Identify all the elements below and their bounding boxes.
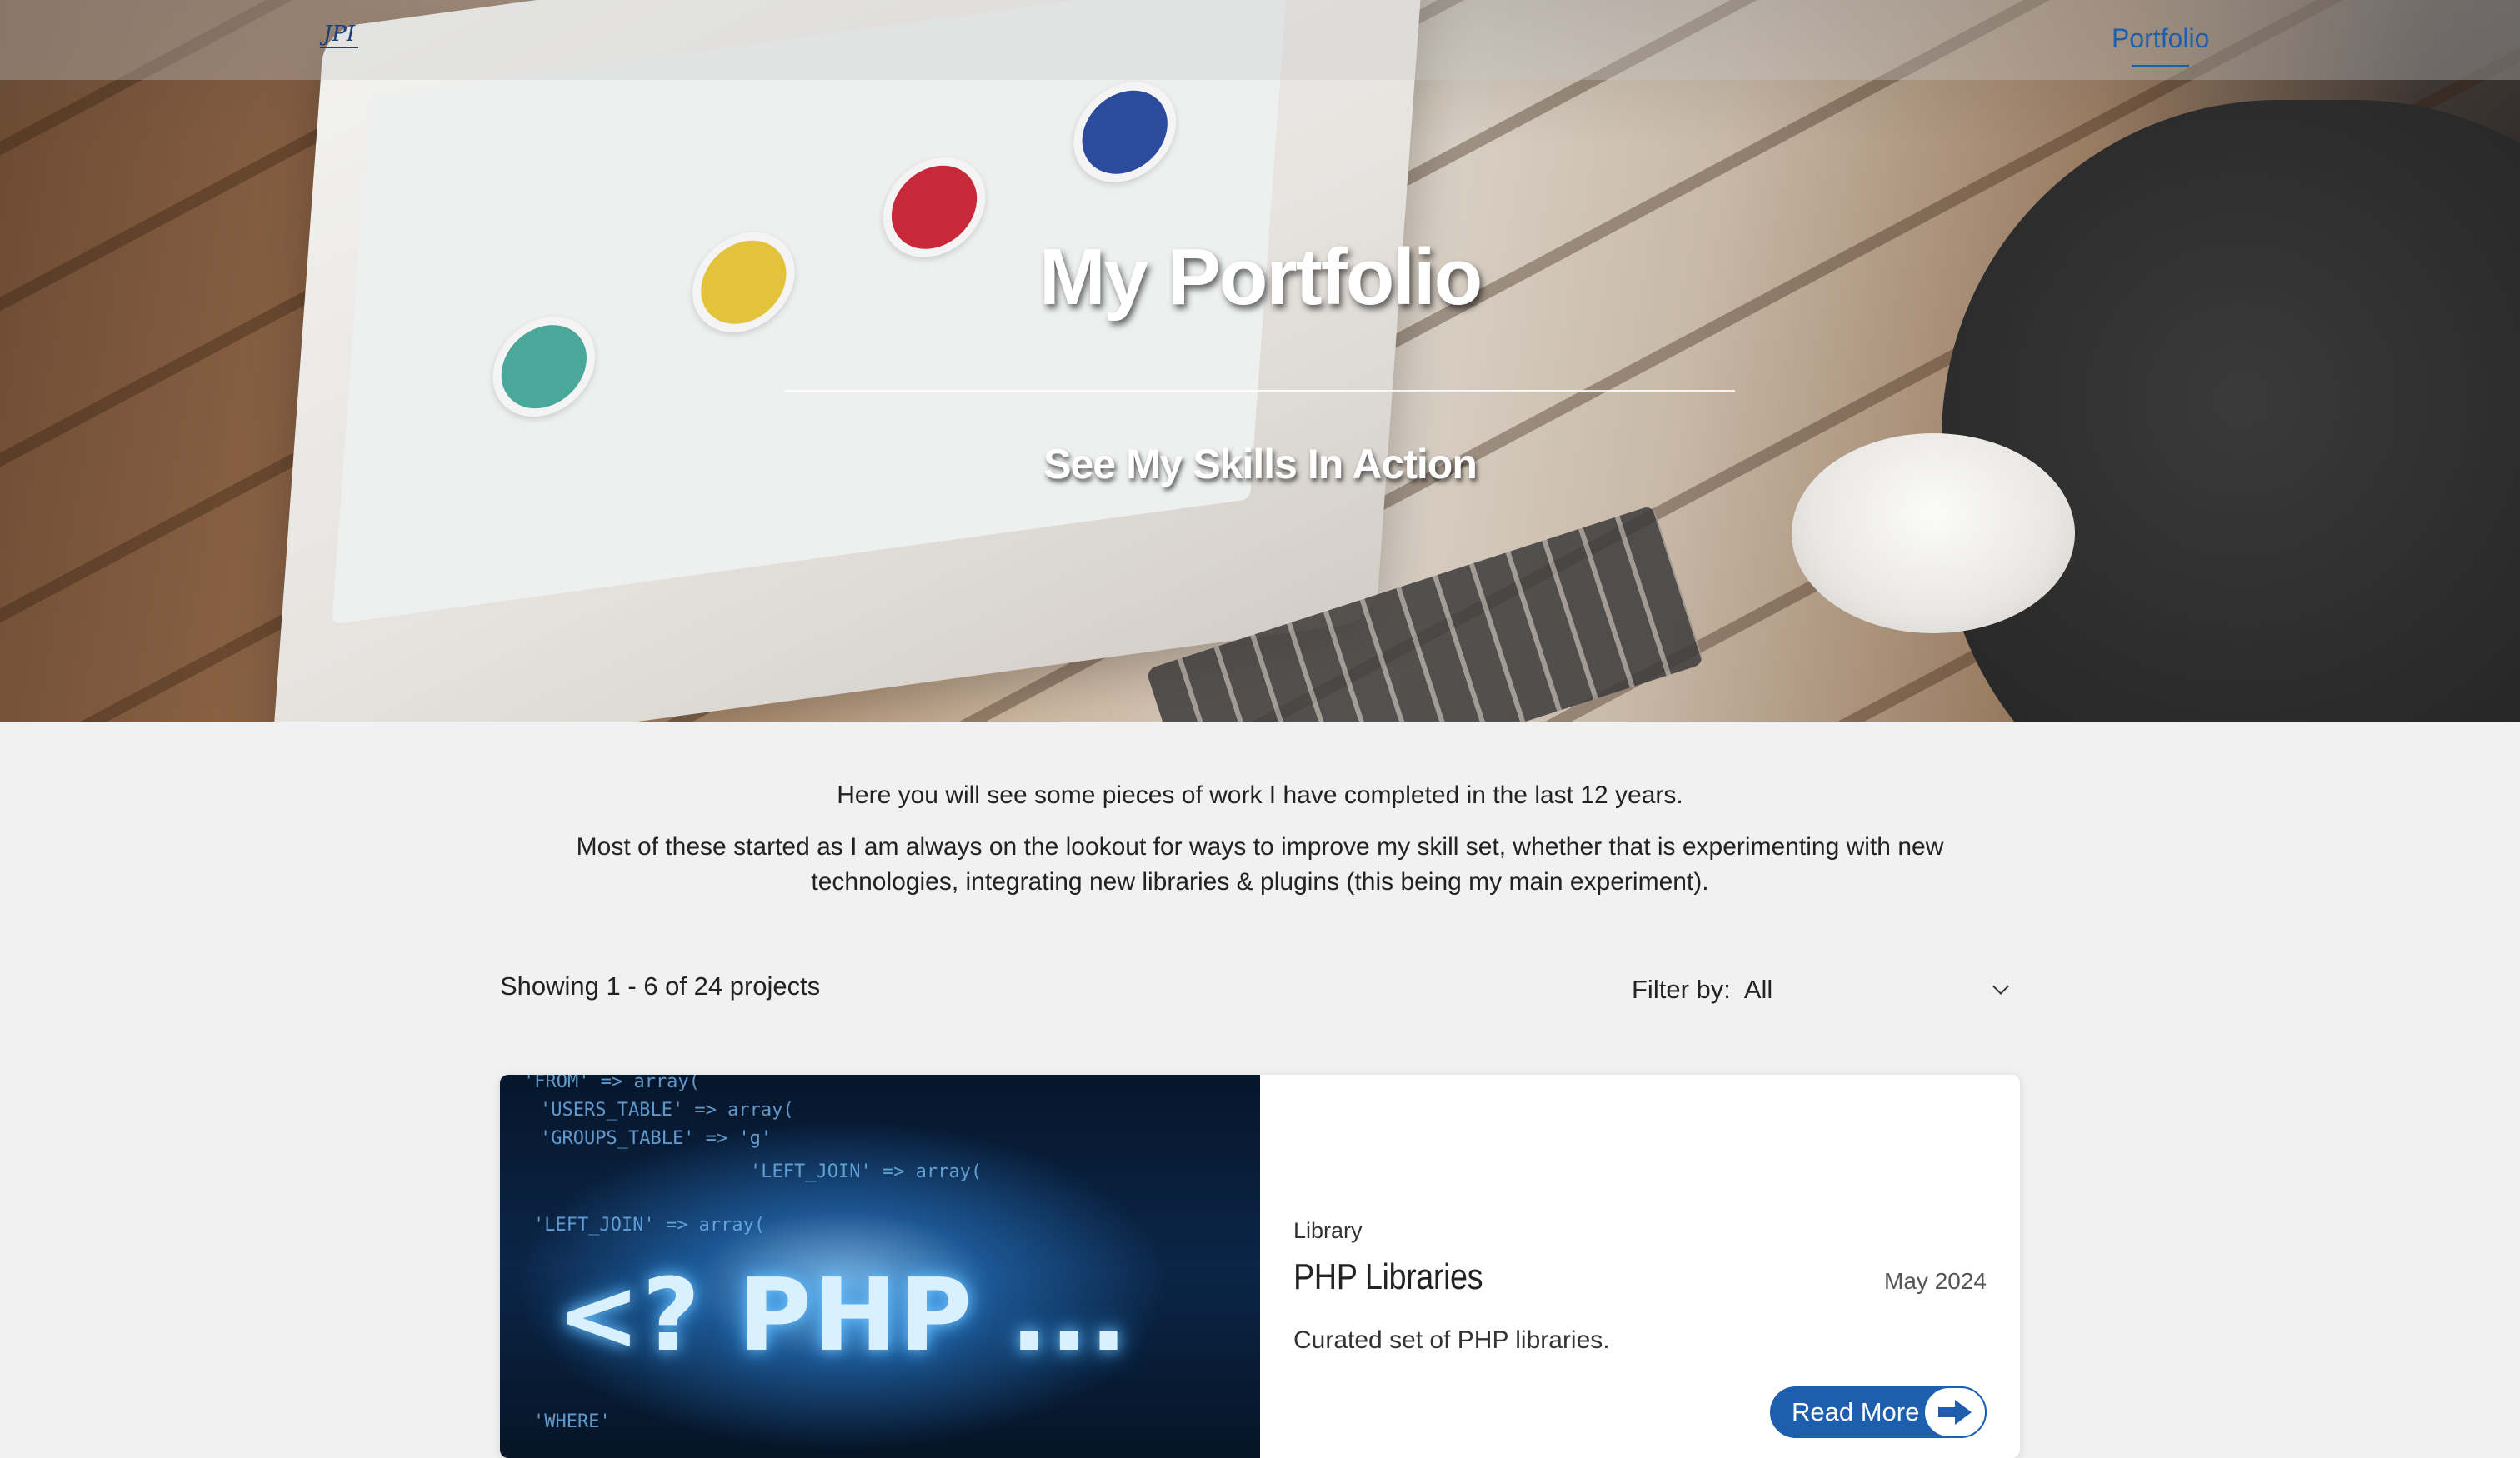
read-more-label: Read More [1792, 1397, 1920, 1426]
intro-paragraph-1: Here you will see some pieces of work I … [837, 781, 1683, 809]
page-subtitle: See My Skills In Action [1043, 441, 1478, 487]
intro-text: Here you will see some pieces of work I … [500, 778, 2020, 900]
code-line: 'FROM' => array( [523, 1075, 700, 1092]
chevron-down-icon[interactable] [1992, 978, 2009, 995]
project-category: Library [1293, 1218, 1362, 1243]
project-card-body: Library PHP Libraries May 2024 Curated s… [1293, 1075, 1987, 1458]
arrow-right-icon[interactable] [1923, 1386, 1987, 1438]
code-line: 'GROUPS_TABLE' => 'g' [540, 1128, 772, 1149]
filter-select[interactable]: All [1744, 975, 1995, 1005]
filter-label: Filter by: [1632, 975, 1731, 1004]
screen-circle-social-icon [1070, 75, 1180, 189]
project-card: 'FROM' => array( 'USERS_TABLE' => array(… [500, 1075, 2020, 1458]
screen-circle-web-icon [489, 310, 599, 423]
read-more-button[interactable]: Read More [1770, 1386, 1987, 1438]
page-title: My Portfolio [1038, 232, 1483, 322]
php-logo-text: <? PHP ... [557, 1258, 1129, 1374]
results-count: Showing 1 - 6 of 24 projects [500, 971, 821, 1001]
filter-control[interactable]: Filter by: All [1632, 970, 2018, 1010]
project-date: May 2024 [1884, 1268, 1987, 1294]
project-description: Curated set of PHP libraries. [1293, 1326, 1610, 1354]
code-line: 'WHERE' [533, 1411, 611, 1432]
site-logo[interactable]: JPI [320, 22, 359, 48]
code-line: 'USERS_TABLE' => array( [540, 1100, 794, 1121]
intro-paragraph-2: Most of these started as I am always on … [576, 833, 1944, 896]
nav-link-portfolio[interactable]: Portfolio [2112, 23, 2209, 67]
code-line: 'LEFT_JOIN' => array( [533, 1215, 766, 1236]
hero-background-laptop [271, 0, 1429, 722]
hero-banner: JPI Portfolio My Portfolio See My Skills… [0, 0, 2520, 722]
code-line: 'LEFT_JOIN' => array( [750, 1161, 982, 1182]
top-navbar: JPI Portfolio [0, 0, 2520, 80]
hero-divider [785, 390, 1735, 392]
project-image[interactable]: 'FROM' => array( 'USERS_TABLE' => array(… [500, 1075, 1260, 1458]
project-title[interactable]: PHP Libraries [1293, 1256, 1483, 1298]
